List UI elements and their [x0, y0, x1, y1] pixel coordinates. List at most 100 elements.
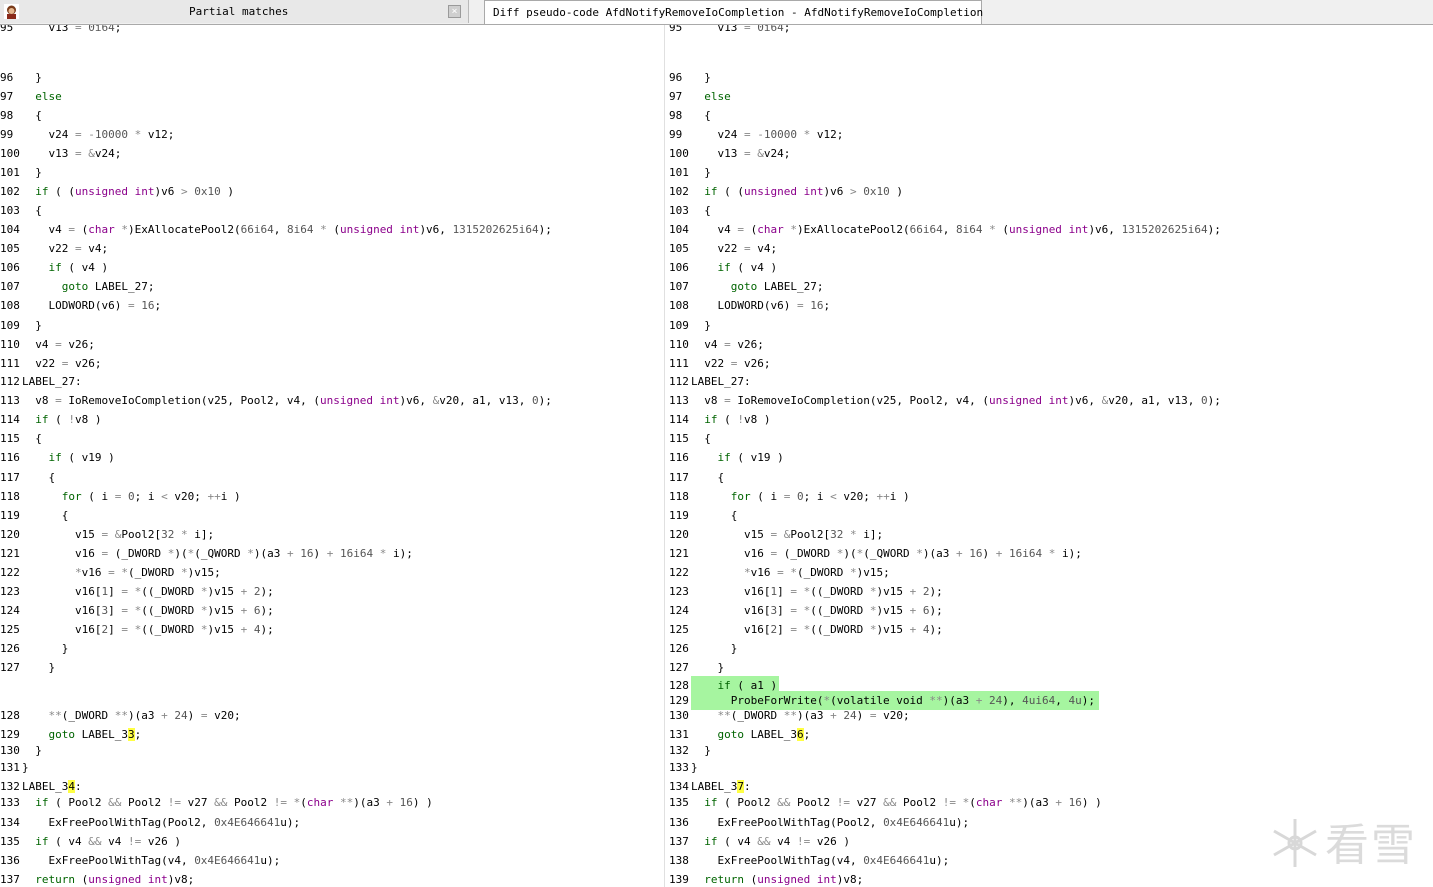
code-text: v22 = v26;	[22, 357, 102, 370]
code-line[interactable]: 104 v4 = (char *)ExAllocatePool2(66i64, …	[0, 220, 552, 239]
code-text: v24 = -10000 * v12;	[22, 128, 175, 141]
code-line[interactable]: 117 {	[0, 468, 55, 487]
code-line[interactable]: 102 if ( (unsigned int)v6 > 0x10 )	[0, 182, 234, 201]
code-line[interactable]: 103 {	[669, 201, 711, 220]
code-line[interactable]: 99 v24 = -10000 * v12;	[669, 125, 843, 144]
left-code-pane[interactable]: 95 v13 = 0i64; 96 } 97 else 98 {99 v24 = -1…	[0, 25, 664, 887]
code-line[interactable]: 97 else	[669, 87, 731, 106]
tab-diff-pseudocode[interactable]: Diff pseudo-code AfdNotifyRemoveIoComple…	[484, 0, 983, 24]
code-line[interactable]: 135 if ( v4 && v4 != v26 )	[0, 832, 181, 851]
line-number: 96	[669, 71, 683, 84]
code-line[interactable]: 117 {	[669, 468, 724, 487]
line-number: 108	[0, 299, 20, 312]
code-line[interactable]: 114 if ( !v8 )	[0, 410, 102, 429]
code-line[interactable]: 110 v4 = v26;	[669, 335, 764, 354]
code-line[interactable]: 114 if ( !v8 )	[669, 410, 771, 429]
code-line[interactable]: 137 return (unsigned int)v8;	[0, 870, 194, 887]
code-text: v16[1] = *((_DWORD *)v15 + 2);	[22, 585, 274, 598]
code-line[interactable]: 127 }	[669, 658, 724, 677]
code-line[interactable]: 118 for ( i = 0; i < v20; ++i )	[669, 487, 910, 506]
code-line[interactable]: 100 v13 = &v24;	[669, 144, 790, 163]
code-line[interactable]: 99 v24 = -10000 * v12;	[0, 125, 174, 144]
code-line[interactable]: 113 v8 = IoRemoveIoCompletion(v25, Pool2…	[669, 391, 1221, 410]
code-line[interactable]: 122 *v16 = *(_DWORD *)v15;	[669, 563, 890, 582]
code-line[interactable]: 101 }	[669, 163, 711, 182]
code-line[interactable]: 119 {	[0, 506, 68, 525]
line-number: 133	[0, 796, 20, 809]
code-line[interactable]: 120 v15 = &Pool2[32 * i];	[0, 525, 214, 544]
code-line[interactable]: 108 LODWORD(v6) = 16;	[0, 296, 161, 315]
code-line[interactable]: 118 for ( i = 0; i < v20; ++i )	[0, 487, 241, 506]
code-line[interactable]: 139 return (unsigned int)v8;	[669, 870, 863, 887]
code-line[interactable]: 95 v13 = 0i64;	[669, 25, 790, 37]
code-line[interactable]: 112 LABEL_27:	[0, 372, 82, 391]
code-line[interactable]: 116 if ( v19 )	[0, 448, 115, 467]
code-line[interactable]: 98 {	[0, 106, 42, 125]
code-line[interactable]: 105 v22 = v4;	[0, 239, 108, 258]
code-line[interactable]: 127 }	[0, 658, 55, 677]
code-line[interactable]: 102 if ( (unsigned int)v6 > 0x10 )	[669, 182, 903, 201]
code-line[interactable]: 135 if ( Pool2 && Pool2 != v27 && Pool2 …	[669, 793, 1102, 812]
code-line[interactable]: 116 if ( v19 )	[669, 448, 784, 467]
code-line[interactable]: 107 goto LABEL_27;	[669, 277, 823, 296]
code-line[interactable]: 134 ExFreePoolWithTag(Pool2, 0x4E646641u…	[0, 813, 300, 832]
code-line[interactable]: 137 if ( v4 && v4 != v26 )	[669, 832, 850, 851]
line-number: 125	[669, 623, 689, 636]
code-line[interactable]: 123 v16[1] = *((_DWORD *)v15 + 2);	[0, 582, 274, 601]
code-line[interactable]: 128 **(_DWORD **)(a3 + 24) = v20;	[0, 706, 241, 725]
code-line[interactable]: 111 v22 = v26;	[669, 354, 771, 373]
code-text: }	[22, 661, 56, 674]
code-line[interactable]: 111 v22 = v26;	[0, 354, 102, 373]
code-line[interactable]: 121 v16 = (_DWORD *)(*(_QWORD *)(a3 + 16…	[0, 544, 413, 563]
code-line[interactable]: 126 }	[0, 639, 68, 658]
code-line[interactable]: 130 **(_DWORD **)(a3 + 24) = v20;	[669, 706, 910, 725]
code-line[interactable]: 126 }	[669, 639, 737, 658]
close-icon[interactable]: ×	[448, 5, 461, 18]
code-line[interactable]: 103 {	[0, 201, 42, 220]
code-line[interactable]: 97 else	[0, 87, 62, 106]
code-line[interactable]: 125 v16[2] = *((_DWORD *)v15 + 4);	[0, 620, 274, 639]
code-text: if ( v4 )	[717, 261, 778, 274]
code-line[interactable]: 138 ExFreePoolWithTag(v4, 0x4E646641u);	[669, 851, 949, 870]
code-line[interactable]: 96 }	[669, 68, 711, 87]
watermark: 看雪	[1325, 820, 1417, 871]
code-line[interactable]: 124 v16[3] = *((_DWORD *)v15 + 6);	[0, 601, 274, 620]
code-line[interactable]: 121 v16 = (_DWORD *)(*(_QWORD *)(a3 + 16…	[669, 544, 1082, 563]
code-line[interactable]: 109 }	[0, 316, 42, 335]
right-code-pane[interactable]: 95 v13 = 0i64; 96 } 97 else 98 {99 v24 = -1…	[669, 25, 1433, 887]
code-text: {	[691, 432, 711, 445]
code-line[interactable]: 122 *v16 = *(_DWORD *)v15;	[0, 563, 221, 582]
tab-partial-matches[interactable]: Partial matches ×	[0, 0, 469, 23]
code-line[interactable]: 112 LABEL_27:	[669, 372, 751, 391]
code-line[interactable]: 101 }	[0, 163, 42, 182]
code-line[interactable]: 113 v8 = IoRemoveIoCompletion(v25, Pool2…	[0, 391, 552, 410]
code-line[interactable]: 98 {	[669, 106, 711, 125]
code-line[interactable]: 100 v13 = &v24;	[0, 144, 121, 163]
code-line[interactable]: 115 {	[669, 429, 711, 448]
code-line[interactable]: 108 LODWORD(v6) = 16;	[669, 296, 830, 315]
code-line[interactable]: 125 v16[2] = *((_DWORD *)v15 + 4);	[669, 620, 943, 639]
code-line[interactable]: 124 v16[3] = *((_DWORD *)v15 + 6);	[669, 601, 943, 620]
code-line[interactable]: 105 v22 = v4;	[669, 239, 777, 258]
code-line[interactable]: 131}	[0, 758, 29, 777]
code-line[interactable]: 95 v13 = 0i64;	[0, 25, 121, 37]
code-line[interactable]: 104 v4 = (char *)ExAllocatePool2(66i64, …	[669, 220, 1221, 239]
code-line[interactable]: 106 if ( v4 )	[669, 258, 777, 277]
code-line[interactable]: 106 if ( v4 )	[0, 258, 108, 277]
code-text: v13 = &v24;	[22, 147, 122, 160]
code-line[interactable]: 136 ExFreePoolWithTag(Pool2, 0x4E646641u…	[669, 813, 969, 832]
code-line[interactable]: 123 v16[1] = *((_DWORD *)v15 + 2);	[669, 582, 943, 601]
code-line[interactable]: 96 }	[0, 68, 42, 87]
code-line[interactable]: 107 goto LABEL_27;	[0, 277, 154, 296]
code-line[interactable]: 115 {	[0, 429, 42, 448]
code-line[interactable]: 120 v15 = &Pool2[32 * i];	[669, 525, 883, 544]
code-line[interactable]: 119 {	[669, 506, 737, 525]
code-line[interactable]: 133}	[669, 758, 698, 777]
code-line[interactable]: 136 ExFreePoolWithTag(v4, 0x4E646641u);	[0, 851, 280, 870]
code-line[interactable]: 110 v4 = v26;	[0, 335, 95, 354]
line-number: 135	[669, 796, 689, 809]
code-line[interactable]: 109 }	[669, 316, 711, 335]
line-number: 112	[0, 375, 20, 388]
code-line[interactable]: 133 if ( Pool2 && Pool2 != v27 && Pool2 …	[0, 793, 433, 812]
code-text: for ( i = 0; i < v20; ++i )	[730, 490, 910, 503]
